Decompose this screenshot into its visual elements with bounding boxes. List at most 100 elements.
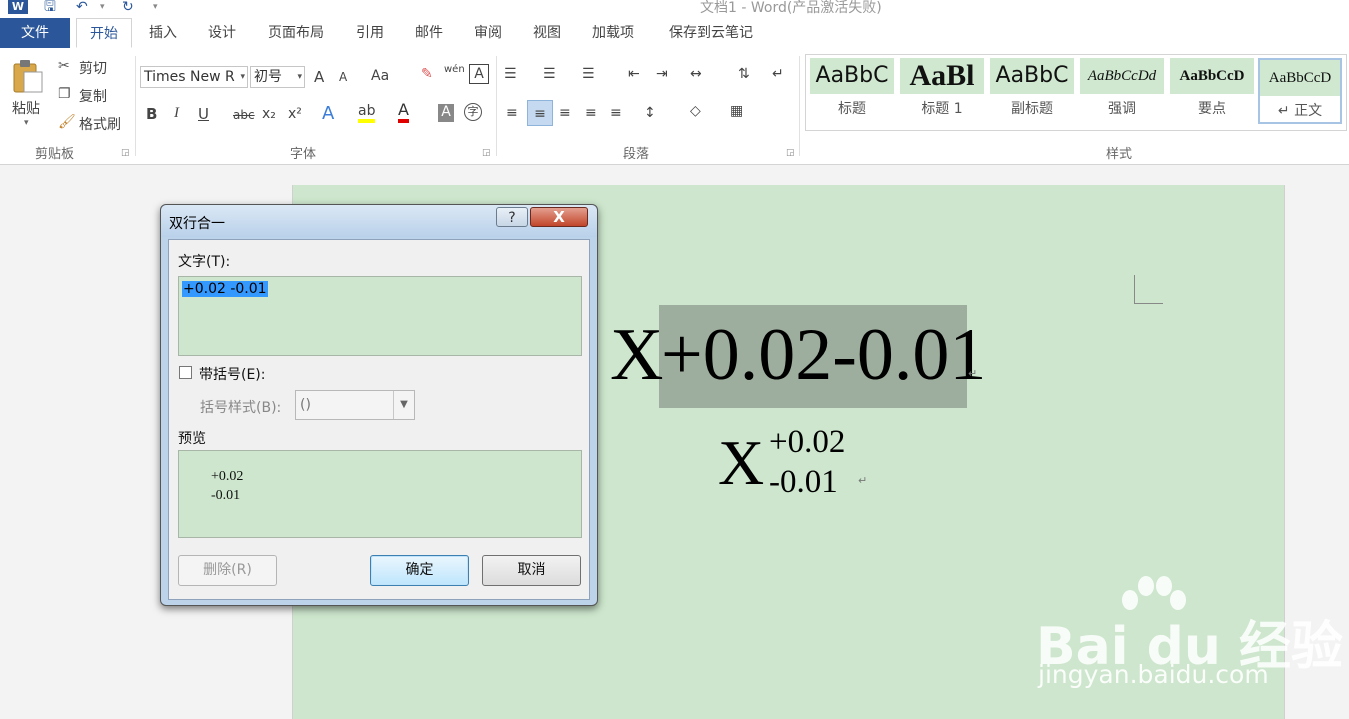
- tab-view[interactable]: 视图: [524, 18, 570, 48]
- combine-two-lines-dialog: 双行合一 ? X 文字(T): +0.02 -0.01 带括号(E): 括号样式…: [160, 204, 598, 606]
- show-marks-icon[interactable]: ↵: [772, 66, 784, 82]
- borders-icon[interactable]: ▦: [730, 103, 743, 119]
- style-emphasis[interactable]: AaBbCcDd 强调: [1080, 58, 1164, 124]
- font-name-value: Times New R: [144, 69, 235, 85]
- char-border-button[interactable]: A: [469, 64, 489, 84]
- char-shading-icon[interactable]: A: [438, 104, 454, 122]
- bracket-style-label: 括号样式(B):: [200, 400, 282, 416]
- phonetic-guide-button[interactable]: wén: [444, 64, 465, 75]
- redo-icon[interactable]: ↻: [122, 0, 134, 14]
- line-spacing-icon[interactable]: ↕: [644, 105, 656, 121]
- paste-button[interactable]: [12, 58, 44, 94]
- align-right-icon[interactable]: ≡: [559, 105, 571, 121]
- style-strong[interactable]: AaBbCcD 要点: [1170, 58, 1254, 124]
- cut-button[interactable]: 剪切: [79, 58, 107, 78]
- cancel-button[interactable]: 取消: [482, 555, 581, 586]
- ok-button[interactable]: 确定: [370, 555, 469, 586]
- decrease-indent-icon[interactable]: ⇤: [628, 66, 640, 82]
- style-name: 标题: [838, 101, 866, 117]
- doc-line2-lower[interactable]: -0.01: [769, 464, 838, 500]
- undo-dropdown-icon[interactable]: ▾: [100, 0, 105, 14]
- tab-insert[interactable]: 插入: [140, 18, 186, 48]
- doc-line1-text[interactable]: +0.02-0.01: [661, 310, 986, 400]
- delete-button[interactable]: 删除(R): [178, 555, 277, 586]
- tab-layout[interactable]: 页面布局: [258, 18, 334, 48]
- enclose-char-icon[interactable]: 字: [464, 103, 482, 121]
- copy-button[interactable]: 复制: [79, 86, 107, 106]
- bullets-icon[interactable]: ☰: [504, 66, 517, 82]
- tab-addins[interactable]: 加载项: [583, 18, 643, 48]
- tab-review[interactable]: 审阅: [465, 18, 511, 48]
- change-case-button[interactable]: Aa: [371, 68, 389, 84]
- doc-line2-x[interactable]: X: [718, 428, 764, 498]
- chevron-down-icon[interactable]: ▾: [297, 67, 302, 87]
- format-painter-button[interactable]: 格式刷: [79, 114, 121, 134]
- shrink-font-button[interactable]: A: [339, 70, 347, 84]
- styles-group-label: 样式: [1106, 147, 1133, 162]
- ribbon-tabs: 文件 开始 插入 设计 页面布局 引用 邮件 审阅 视图 加载项 保存到云笔记: [0, 18, 1349, 49]
- doc-line1-x[interactable]: X: [610, 310, 663, 400]
- paste-dropdown-icon[interactable]: ▾: [24, 118, 29, 128]
- clear-formatting-icon[interactable]: ✎: [421, 66, 433, 82]
- style-title[interactable]: AaBbC 标题: [810, 58, 894, 124]
- text-field[interactable]: +0.02 -0.01: [178, 276, 582, 356]
- style-subtitle[interactable]: AaBbC 副标题: [990, 58, 1074, 124]
- style-sample: AaBbC: [990, 58, 1074, 94]
- scissors-icon[interactable]: ✂: [58, 58, 70, 74]
- help-button[interactable]: ?: [496, 207, 528, 227]
- undo-icon[interactable]: ↶: [76, 0, 88, 14]
- text-effects-icon[interactable]: A: [322, 103, 334, 124]
- increase-indent-icon[interactable]: ⇥: [656, 66, 668, 82]
- font-size-combo[interactable]: 初号 ▾: [250, 66, 305, 88]
- font-name-combo[interactable]: Times New R ▾: [140, 66, 248, 88]
- align-left-icon[interactable]: ≡: [506, 105, 518, 121]
- clipboard-launcher-icon[interactable]: ◲: [121, 148, 130, 158]
- copy-icon[interactable]: ❐: [58, 86, 71, 102]
- justify-icon[interactable]: ≡: [585, 105, 597, 121]
- clipboard-group-label: 剪贴板: [35, 147, 75, 162]
- italic-button[interactable]: I: [174, 105, 179, 122]
- tab-file[interactable]: 文件: [0, 18, 70, 48]
- shading-icon[interactable]: ◇: [690, 103, 701, 119]
- superscript-button[interactable]: x²: [288, 106, 302, 122]
- chevron-down-icon[interactable]: ▾: [240, 67, 245, 87]
- paragraph-mark: ↵: [968, 367, 978, 380]
- bold-button[interactable]: B: [146, 105, 157, 123]
- paste-label[interactable]: 粘贴: [12, 98, 40, 118]
- preview-label: 预览: [178, 431, 206, 447]
- tab-home[interactable]: 开始: [76, 18, 132, 48]
- highlight-color-icon[interactable]: ab: [358, 103, 376, 123]
- preview-box: +0.02 -0.01: [178, 450, 582, 538]
- subscript-button[interactable]: x₂: [262, 106, 276, 122]
- customize-quick-access-icon[interactable]: ▾: [153, 0, 158, 14]
- bracket-checkbox[interactable]: [179, 366, 192, 379]
- strikethrough-button[interactable]: abc: [233, 108, 255, 122]
- style-normal[interactable]: AaBbCcD ↵ 正文: [1258, 58, 1342, 124]
- font-color-icon[interactable]: A: [398, 101, 409, 123]
- sort-icon[interactable]: ⇅: [738, 66, 750, 82]
- save-icon[interactable]: 🖫: [44, 0, 56, 14]
- grow-font-button[interactable]: A: [314, 68, 324, 86]
- doc-line2-upper[interactable]: +0.02: [769, 424, 845, 460]
- style-heading1[interactable]: AaBl 标题 1: [900, 58, 984, 124]
- tab-save-cloud-notes[interactable]: 保存到云笔记: [656, 18, 766, 48]
- bracket-style-select[interactable]: () ▼: [295, 390, 415, 420]
- tab-references[interactable]: 引用: [347, 18, 393, 48]
- text-field-value[interactable]: +0.02 -0.01: [182, 281, 268, 297]
- paragraph-launcher-icon[interactable]: ◲: [786, 148, 795, 158]
- tab-mailings[interactable]: 邮件: [406, 18, 452, 48]
- align-center-icon[interactable]: ≡: [527, 100, 553, 126]
- styles-gallery: AaBbC 标题 AaBl 标题 1 AaBbC 副标题 AaBbCcDd 强调…: [805, 54, 1347, 131]
- multilevel-list-icon[interactable]: ☰: [582, 66, 595, 82]
- close-button[interactable]: X: [530, 207, 588, 227]
- tab-design[interactable]: 设计: [199, 18, 245, 48]
- font-launcher-icon[interactable]: ◲: [482, 148, 491, 158]
- distributed-icon[interactable]: ≡: [610, 105, 622, 121]
- numbering-icon[interactable]: ☰: [543, 66, 556, 82]
- chinese-layout-icon[interactable]: ↔: [690, 66, 702, 82]
- underline-button[interactable]: U: [198, 105, 209, 123]
- chevron-down-icon[interactable]: ▼: [393, 391, 414, 419]
- format-painter-icon[interactable]: 🖌: [58, 114, 76, 130]
- paragraph-mark: ↵: [858, 474, 868, 487]
- bracket-checkbox-label[interactable]: 带括号(E):: [199, 364, 266, 384]
